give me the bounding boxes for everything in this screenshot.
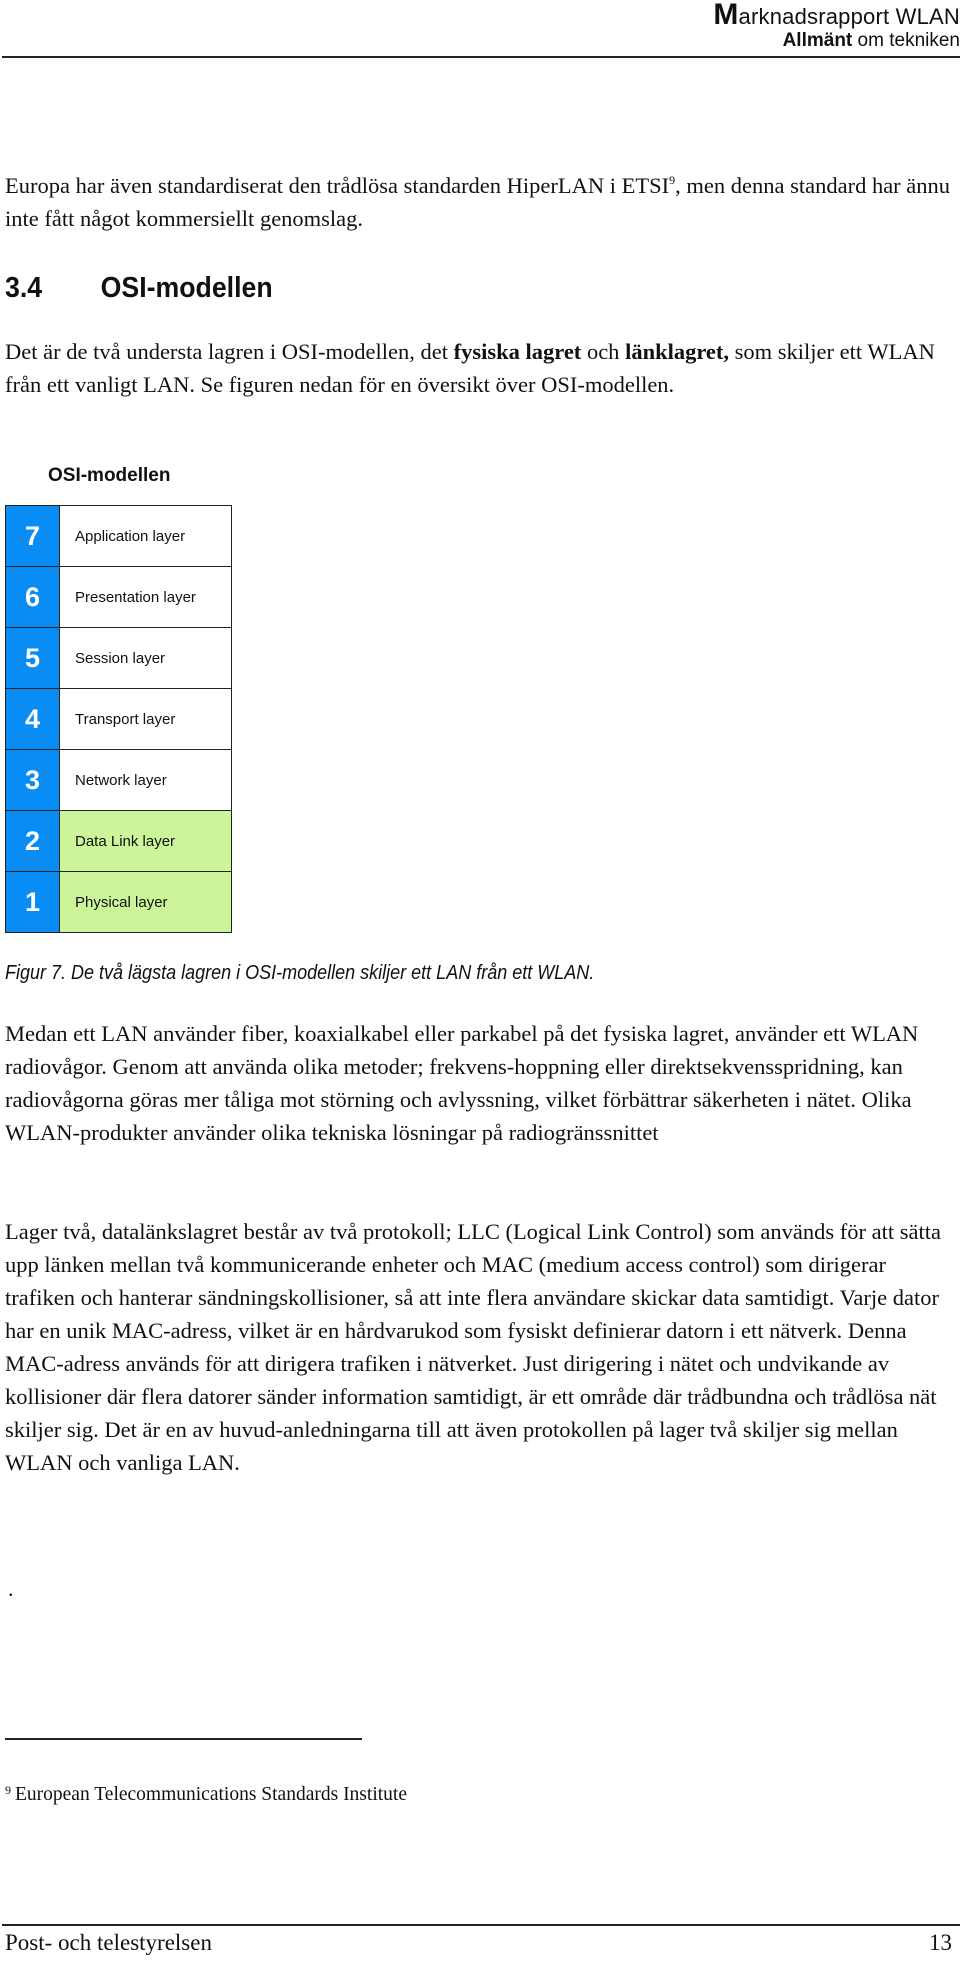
layer-number: 2 [6, 811, 60, 871]
osi-layer-row: 5 Session layer [6, 627, 231, 688]
header-divider [2, 56, 960, 58]
figure-caption: Figur 7. De två lägsta lagren i OSI-mode… [5, 962, 595, 984]
footnote-divider [5, 1738, 362, 1740]
footnote-number: 9 [5, 1783, 11, 1797]
layer2-paragraph: Lager två, datalänkslagret består av två… [5, 1219, 941, 1475]
page-header: Marknadsrapport WLAN Allmänt om tekniken [713, 0, 960, 52]
layer-number: 5 [6, 628, 60, 688]
layer-number: 1 [6, 872, 60, 932]
page-number: 13 [929, 1930, 952, 1955]
osi-layer-row: 3 Network layer [6, 749, 231, 810]
osi-layer-row: 4 Transport layer [6, 688, 231, 749]
layer-label: Transport layer [60, 689, 231, 749]
footnote: 9 European Telecommunications Standards I… [5, 1783, 407, 1806]
section-paragraph: Det är de två understa lagren i OSI-mode… [5, 339, 935, 397]
osi-layer-row: 7 Application layer [6, 506, 231, 566]
section-title: OSI-modellen [100, 272, 273, 304]
layer-number: 6 [6, 567, 60, 627]
layer-label: Network layer [60, 750, 231, 810]
report-title: Marknadsrapport WLAN [713, 0, 960, 31]
osi-layer-row: 1 Physical layer [6, 871, 231, 932]
section-heading: 3.4 OSI-modellen [5, 272, 273, 305]
stray-dot: . [8, 1576, 14, 1601]
figure-title: OSI-modellen [48, 465, 171, 486]
layer-label: Application layer [60, 506, 231, 566]
layer-number: 7 [6, 506, 60, 566]
layer-label: Session layer [60, 628, 231, 688]
chapter-subtitle: Allmänt om tekniken [782, 30, 960, 51]
layer-number: 4 [6, 689, 60, 749]
osi-layer-row: 6 Presentation layer [6, 566, 231, 627]
layer-label: Data Link layer [60, 811, 231, 871]
layer-number: 3 [6, 750, 60, 810]
intro-paragraph: Europa har även standardiserat den trådl… [5, 173, 951, 231]
footer-divider [2, 1924, 960, 1926]
layer-label: Presentation layer [60, 567, 231, 627]
osi-model-diagram: 7 Application layer 6 Presentation layer 5 Se… [5, 505, 232, 933]
layer-label: Physical layer [60, 872, 231, 932]
radio-paragraph: Medan ett LAN använder fiber, koaxialkab… [5, 1021, 919, 1145]
osi-layer-row: 2 Data Link layer [6, 810, 231, 871]
section-number: 3.4 [5, 272, 43, 304]
footnote-text: European Telecommunications Standards In… [15, 1784, 407, 1805]
footer-publisher: Post- och telestyrelsen [5, 1930, 212, 1955]
